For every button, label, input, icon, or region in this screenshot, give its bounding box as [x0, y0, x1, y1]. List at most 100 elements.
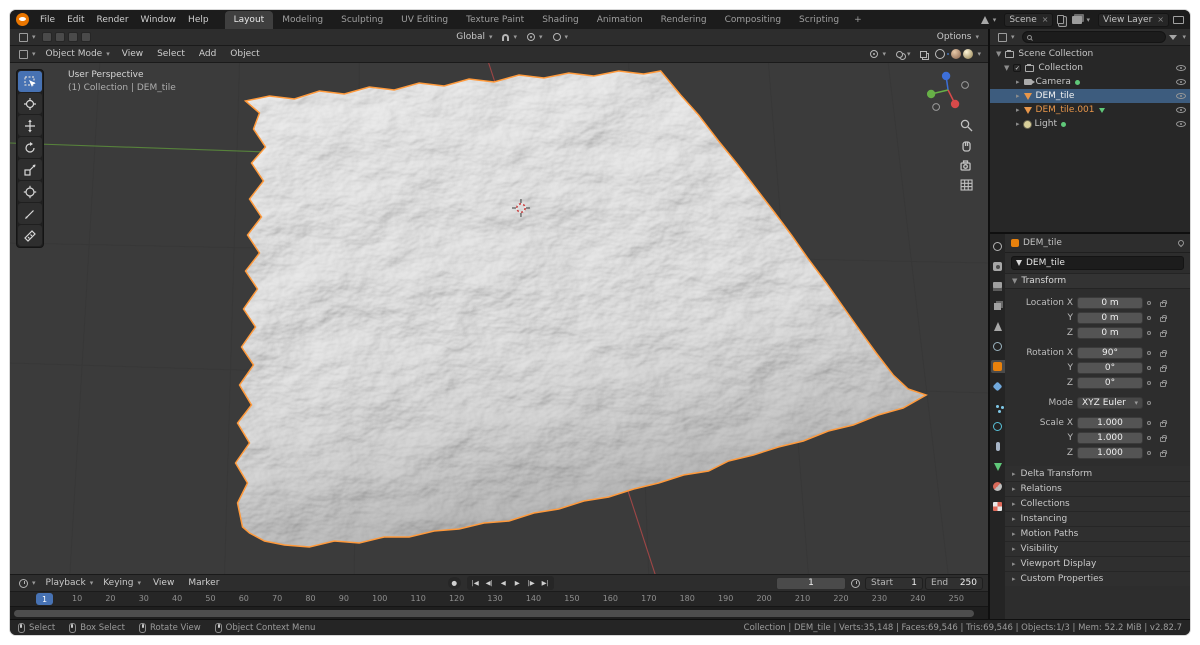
disclosure-icon[interactable]: [1004, 63, 1009, 73]
play-reverse-button[interactable]: ◀: [497, 577, 510, 589]
rotate-tool[interactable]: [18, 137, 42, 158]
tab-tool-properties[interactable]: [991, 240, 1005, 253]
solid-shading-button[interactable]: [947, 53, 949, 55]
outliner-row-collection[interactable]: Collection: [990, 61, 1190, 75]
section-collections[interactable]: Collections: [1005, 496, 1190, 511]
tab-scene-properties[interactable]: [991, 320, 1005, 333]
location-z-field[interactable]: 0 m: [1077, 327, 1143, 339]
tab-view-layer-properties[interactable]: [991, 300, 1005, 313]
editor-type-dropdown[interactable]: [15, 48, 40, 60]
outliner-row-light[interactable]: Light: [990, 117, 1190, 131]
animate-dot-icon[interactable]: [1147, 366, 1151, 370]
tab-world-properties[interactable]: [991, 340, 1005, 353]
transform-tool[interactable]: [18, 181, 42, 202]
timeline-marker-menu[interactable]: Marker: [182, 574, 225, 593]
scale-y-field[interactable]: 1.000: [1077, 432, 1143, 444]
transform-orientation-dropdown[interactable]: Global: [452, 31, 496, 43]
animate-dot-icon[interactable]: [1147, 421, 1151, 425]
scale-tool[interactable]: [18, 159, 42, 180]
cursor-tool[interactable]: [18, 93, 42, 114]
material-shading-icon[interactable]: [951, 49, 961, 59]
tab-shading[interactable]: Shading: [533, 11, 588, 29]
outliner-row-dem-tile[interactable]: DEM_tile: [990, 89, 1190, 103]
keying-menu[interactable]: Keying: [99, 577, 145, 589]
outliner-row-camera[interactable]: Camera: [990, 75, 1190, 89]
lock-icon[interactable]: [1160, 367, 1166, 372]
frame-end-field[interactable]: End 250: [925, 577, 983, 590]
tab-compositing[interactable]: Compositing: [716, 11, 790, 29]
lock-icon[interactable]: [1160, 437, 1166, 442]
next-keyframe-button[interactable]: |▶: [525, 577, 538, 589]
animate-dot-icon[interactable]: [1147, 381, 1151, 385]
frame-start-field[interactable]: Start 1: [865, 577, 923, 590]
hide-eye-icon[interactable]: [1176, 93, 1186, 99]
animate-dot-icon[interactable]: [1147, 316, 1151, 320]
close-icon[interactable]: ×: [1040, 15, 1049, 24]
section-relations[interactable]: Relations: [1005, 481, 1190, 496]
menu-window[interactable]: Window: [135, 10, 183, 29]
add-workspace-button[interactable]: +: [848, 11, 868, 29]
tab-modifier-properties[interactable]: [991, 380, 1005, 393]
tab-texture-paint[interactable]: Texture Paint: [457, 11, 533, 29]
disclosure-icon[interactable]: [996, 49, 1001, 59]
tab-scripting[interactable]: Scripting: [790, 11, 848, 29]
scale-x-field[interactable]: 1.000: [1077, 417, 1143, 429]
tab-object-properties[interactable]: [991, 360, 1005, 373]
ortho-toggle-icon[interactable]: [961, 180, 972, 190]
rotation-y-field[interactable]: 0°: [1077, 362, 1143, 374]
show-overlays-dropdown[interactable]: [892, 48, 915, 60]
timeline-view-menu[interactable]: View: [147, 574, 180, 593]
playback-menu[interactable]: Playback: [42, 577, 98, 589]
lock-icon[interactable]: [1160, 302, 1166, 307]
tab-uv-editing[interactable]: UV Editing: [392, 11, 457, 29]
collection-checkbox[interactable]: [1013, 64, 1021, 72]
menu-add[interactable]: Add: [193, 45, 222, 64]
outliner-editor-type-dropdown[interactable]: [994, 31, 1019, 43]
menu-render[interactable]: Render: [91, 10, 135, 29]
browse-scene-button[interactable]: [977, 14, 1001, 26]
lock-icon[interactable]: [1160, 352, 1166, 357]
select-mode-invert-icon[interactable]: [81, 32, 91, 42]
tab-rendering[interactable]: Rendering: [652, 11, 716, 29]
timeline-scrollbar[interactable]: [10, 606, 988, 619]
menu-help[interactable]: Help: [182, 10, 215, 29]
tab-physics-properties[interactable]: [991, 420, 1005, 433]
animate-dot-icon[interactable]: [1147, 401, 1151, 405]
menu-edit[interactable]: Edit: [61, 10, 90, 29]
auto-keying-button[interactable]: ●: [448, 577, 461, 589]
annotate-tool[interactable]: [18, 203, 42, 224]
timeline-editor-type-dropdown[interactable]: [15, 577, 40, 589]
viewport-canvas[interactable]: [10, 63, 988, 574]
section-visibility[interactable]: Visibility: [1005, 541, 1190, 556]
scene-selector[interactable]: Scene×: [1004, 13, 1053, 27]
measure-tool[interactable]: [18, 225, 42, 246]
lock-icon[interactable]: [1160, 422, 1166, 427]
menu-file[interactable]: File: [34, 10, 61, 29]
hide-eye-icon[interactable]: [1176, 107, 1186, 113]
menu-select[interactable]: Select: [151, 45, 191, 64]
tab-constraint-properties[interactable]: [991, 440, 1005, 453]
blender-logo-icon[interactable]: [16, 13, 29, 26]
disclosure-icon[interactable]: [1016, 77, 1020, 87]
menu-view[interactable]: View: [116, 45, 149, 64]
close-icon[interactable]: ×: [1155, 15, 1164, 24]
transform-panel-header[interactable]: Transform: [1005, 274, 1190, 289]
show-gizmo-dropdown[interactable]: [866, 48, 890, 60]
jump-to-end-button[interactable]: ▶|: [539, 577, 552, 589]
section-custom-properties[interactable]: Custom Properties: [1005, 571, 1190, 586]
object-name-field[interactable]: DEM_tile: [1011, 256, 1184, 270]
rendered-shading-icon[interactable]: [963, 49, 973, 59]
view-layer-selector[interactable]: View Layer×: [1098, 13, 1169, 27]
section-motion-paths[interactable]: Motion Paths: [1005, 526, 1190, 541]
animate-dot-icon[interactable]: [1147, 436, 1151, 440]
select-mode-set-icon[interactable]: [42, 32, 52, 42]
lock-icon[interactable]: [1160, 452, 1166, 457]
disclosure-icon[interactable]: [1016, 105, 1020, 115]
location-y-field[interactable]: 0 m: [1077, 312, 1143, 324]
prev-keyframe-button[interactable]: ◀|: [483, 577, 496, 589]
section-instancing[interactable]: Instancing: [1005, 511, 1190, 526]
pivot-point-dropdown[interactable]: [523, 31, 547, 43]
current-frame-indicator[interactable]: 1: [36, 593, 53, 605]
wireframe-shading-icon[interactable]: [935, 49, 945, 59]
frame-number-field[interactable]: 1: [776, 577, 846, 590]
